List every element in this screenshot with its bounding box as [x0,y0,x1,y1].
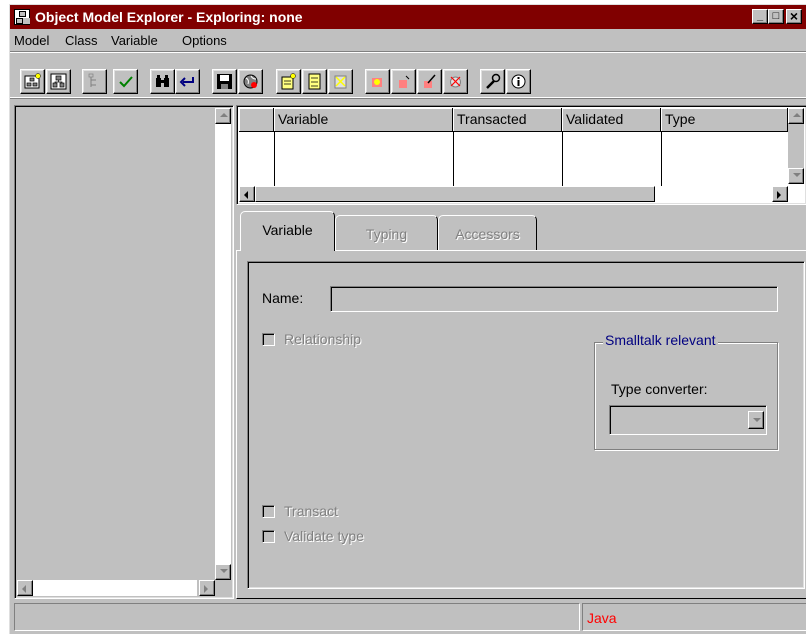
transact-checkbox[interactable] [262,505,275,518]
tree-scroll-up-button[interactable] [215,108,231,124]
minimize-button[interactable]: _ [752,9,768,24]
table-scroll-down-button[interactable] [788,168,804,184]
tree-vertical-scrollbar[interactable] [215,124,231,564]
binoculars-icon[interactable] [150,69,175,94]
status-panel-language: Java [582,603,806,631]
tab-typing-label: Typing [365,226,408,242]
column-header-validated[interactable]: Validated [562,108,661,132]
column-divider [661,132,662,186]
menu-variable[interactable]: Variable [111,33,158,48]
table-scroll-thumb[interactable] [255,186,655,202]
title-bar[interactable]: Object Model Explorer - Exploring: none … [10,5,806,29]
validate-type-label: Validate type [284,528,364,544]
return-icon[interactable] [175,69,200,94]
menu-options[interactable]: Options [182,33,227,48]
transact-label: Transact [284,503,338,519]
table-scroll-track[interactable] [655,186,772,202]
name-field[interactable] [330,286,778,312]
app-icon[interactable] [14,9,30,25]
main-window: Object Model Explorer - Exploring: none … [9,4,806,634]
type-converter-dropdown-button[interactable] [748,411,764,429]
tab-typing[interactable]: Typing [335,215,438,251]
type-converter-dropdown[interactable] [609,405,767,435]
smalltalk-relevant-group: Smalltalk relevant Type converter: [594,332,778,450]
column-divider [562,132,563,186]
menu-model[interactable]: Model [14,33,49,48]
tree-horizontal-scrollbar[interactable] [33,580,197,596]
close-button[interactable]: × [786,9,802,24]
tab-accessors[interactable]: Accessors [438,215,537,251]
globe-icon[interactable] [238,69,263,94]
maximize-button[interactable]: □ [768,9,784,24]
variable-edit-icon[interactable] [417,69,442,94]
toolbar [10,51,806,99]
variable-form-panel: Name: Relationship Smalltalk relevant Ty… [247,261,805,589]
variables-table[interactable]: Variable Transacted Validated Type [236,105,806,205]
tab-variable-label: Variable [262,222,313,238]
tree-scroll-right-button[interactable] [199,580,215,596]
row-header-corner [239,108,274,132]
relationship-label: Relationship [284,331,362,347]
tree-scroll-left-button[interactable] [17,580,33,596]
column-divider [274,132,275,186]
tab-variable[interactable]: Variable [240,211,335,251]
table-scroll-up-button[interactable] [788,108,804,124]
tree-scroll-down-button[interactable] [215,564,231,580]
check-icon[interactable] [113,69,138,94]
smalltalk-group-title: Smalltalk relevant [603,332,718,348]
menu-class[interactable]: Class [65,33,98,48]
wrench-icon[interactable] [480,69,505,94]
class-icon[interactable] [302,69,327,94]
table-vertical-scrollbar[interactable] [788,108,804,184]
new-variable-icon[interactable] [365,69,390,94]
column-header-type[interactable]: Type [661,108,788,132]
table-horizontal-scrollbar[interactable] [239,186,788,202]
column-header-variable[interactable]: Variable [274,108,453,132]
type-converter-label: Type converter: [611,381,708,397]
relationship-checkbox[interactable] [262,333,275,346]
validate-type-checkbox[interactable] [262,530,275,543]
menu-bar: Model Class Variable Options [10,29,806,51]
column-divider [453,132,454,186]
scroll-corner [215,580,231,596]
model-icon[interactable] [46,69,71,94]
new-model-icon[interactable] [20,69,45,94]
window-title: Object Model Explorer - Exploring: none [35,9,303,25]
new-class-icon[interactable] [276,69,301,94]
save-icon[interactable] [212,69,237,94]
variable-icon[interactable] [391,69,416,94]
tab-accessors-label: Accessors [455,226,520,242]
table-scroll-left-button[interactable] [239,186,255,202]
model-tree-panel[interactable] [14,105,234,599]
column-header-transacted[interactable]: Transacted [453,108,562,132]
info-icon[interactable] [506,69,531,94]
name-label: Name: [262,290,304,306]
class-sparkle-icon[interactable] [328,69,353,94]
tab-page: Name: Relationship Smalltalk relevant Ty… [236,250,806,599]
status-panel-main [14,603,580,631]
status-language: Java [587,610,617,626]
variable-sparkle-icon[interactable] [443,69,468,94]
hierarchy-icon[interactable] [82,69,107,94]
table-scroll-right-button[interactable] [772,186,788,202]
